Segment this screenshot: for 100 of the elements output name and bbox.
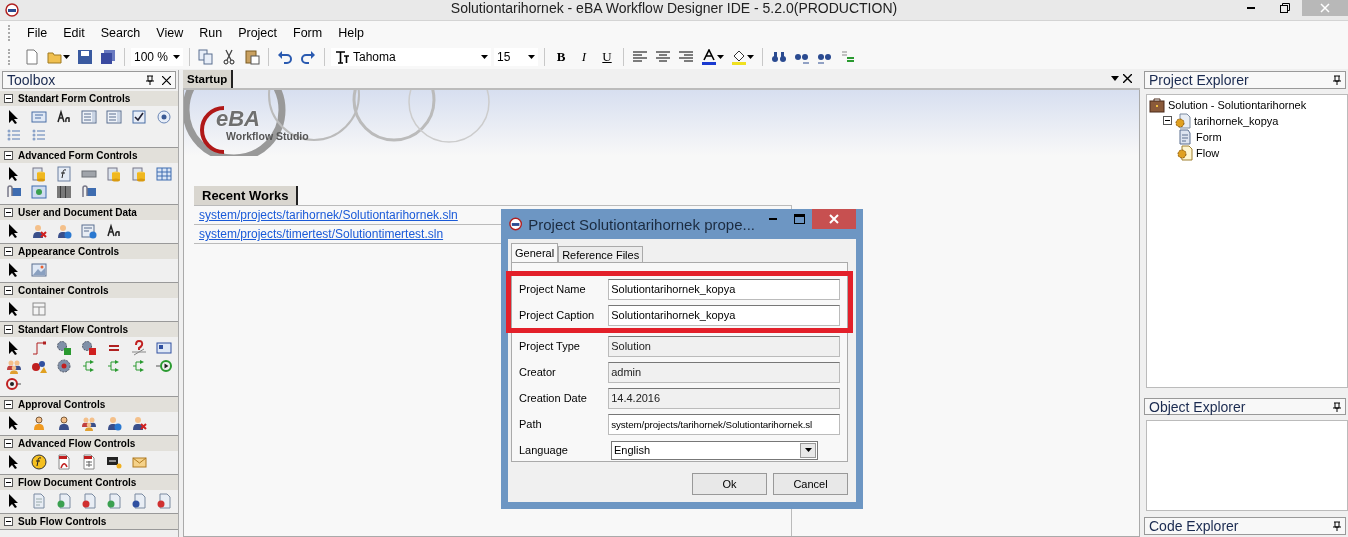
- menu-item[interactable]: View: [148, 26, 192, 40]
- paste-icon[interactable]: [244, 49, 260, 65]
- gear-document-icon[interactable]: [1177, 144, 1193, 161]
- dialog-tab[interactable]: General: [511, 243, 559, 262]
- person-icon[interactable]: [130, 415, 147, 431]
- tree-item[interactable]: Form: [1196, 130, 1222, 143]
- close-icon[interactable]: [1123, 74, 1132, 83]
- pdf-icon[interactable]: [55, 454, 72, 470]
- document-icon[interactable]: [105, 493, 122, 509]
- menu-item[interactable]: Run: [191, 26, 231, 40]
- pin-icon[interactable]: [1333, 74, 1341, 85]
- save-icon[interactable]: [77, 49, 93, 65]
- close-icon[interactable]: [162, 75, 171, 85]
- document-icon[interactable]: [55, 493, 72, 509]
- collapse-icon[interactable]: [1163, 116, 1172, 126]
- pin-icon[interactable]: [1333, 401, 1341, 412]
- font-size-dropdown[interactable]: 15: [494, 48, 538, 66]
- align-center-icon[interactable]: [655, 49, 671, 65]
- align-right-icon[interactable]: [678, 49, 694, 65]
- gear-icon[interactable]: [55, 358, 72, 374]
- caret-icon[interactable]: [1111, 76, 1119, 81]
- format-button[interactable]: B: [551, 47, 571, 67]
- collapse-icon[interactable]: [4, 400, 13, 409]
- format-button[interactable]: U: [597, 47, 617, 67]
- play-circle-icon[interactable]: [155, 358, 172, 374]
- function-icon[interactable]: [55, 166, 72, 182]
- find-icon[interactable]: [771, 49, 787, 65]
- font-color-icon[interactable]: [701, 49, 717, 65]
- document-icon[interactable]: [155, 493, 172, 509]
- caret-icon[interactable]: [63, 55, 70, 59]
- menu-item[interactable]: Help: [330, 26, 372, 40]
- group-icon[interactable]: [30, 358, 47, 374]
- dialog-button[interactable]: Cancel: [773, 473, 848, 495]
- collapse-icon[interactable]: [4, 94, 13, 103]
- connector-icon[interactable]: [30, 340, 47, 356]
- collapse-icon[interactable]: [4, 517, 13, 526]
- group-icon[interactable]: [5, 358, 22, 374]
- dialog-tab[interactable]: Reference Files: [558, 246, 644, 262]
- card-icon[interactable]: [155, 340, 172, 356]
- clip-icon[interactable]: [80, 184, 97, 200]
- person-icon[interactable]: [55, 223, 72, 239]
- image-icon[interactable]: [30, 262, 47, 278]
- counter-icon[interactable]: [105, 454, 122, 470]
- group-icon[interactable]: [80, 415, 97, 431]
- clip-icon[interactable]: [5, 184, 22, 200]
- collapse-icon[interactable]: [4, 478, 13, 487]
- new-file-icon[interactable]: [24, 49, 40, 65]
- font-dropdown[interactable]: Tahoma: [331, 48, 491, 66]
- mail-icon[interactable]: [130, 454, 147, 470]
- code-icon[interactable]: [30, 184, 47, 200]
- undo-icon[interactable]: [277, 49, 293, 65]
- label-icon[interactable]: [55, 109, 72, 125]
- align-left-icon[interactable]: [632, 49, 648, 65]
- label-icon[interactable]: [105, 223, 122, 239]
- document-icon[interactable]: [130, 493, 147, 509]
- recent-work-link[interactable]: system/projects/tarihornek/Solutiontarihornek.sln: [199, 208, 458, 222]
- document-icon[interactable]: [80, 454, 97, 470]
- tree-item[interactable]: Solution - Solutiontarihornek: [1168, 98, 1307, 111]
- document-tab[interactable]: Startup: [183, 70, 234, 88]
- text-field[interactable]: Solutiontarihornek_kopya: [608, 304, 840, 326]
- format-button[interactable]: I: [574, 47, 594, 67]
- close-button[interactable]: [812, 209, 856, 229]
- tree-item[interactable]: tarihornek_kopya: [1194, 114, 1279, 127]
- menu-item[interactable]: Search: [92, 26, 149, 40]
- gear-document-icon[interactable]: [1175, 112, 1191, 129]
- radio-icon[interactable]: [155, 109, 172, 125]
- copy-icon[interactable]: [198, 49, 214, 65]
- cut-icon[interactable]: [221, 49, 237, 65]
- gear-icon[interactable]: [80, 340, 97, 356]
- redo-icon[interactable]: [300, 49, 316, 65]
- question-icon[interactable]: [130, 340, 147, 356]
- collapse-icon[interactable]: [4, 247, 13, 256]
- document-icon[interactable]: [80, 493, 97, 509]
- collapse-icon[interactable]: [4, 439, 13, 448]
- collapse-icon[interactable]: [4, 151, 13, 160]
- checkbox-icon[interactable]: [130, 109, 147, 125]
- text-field[interactable]: Solutiontarihornek_kopya: [608, 278, 840, 300]
- pin-icon[interactable]: [146, 75, 154, 85]
- replace-icon[interactable]: [840, 49, 856, 65]
- fill-color-icon[interactable]: [731, 49, 747, 65]
- caret-icon[interactable]: [804, 448, 812, 452]
- table-icon[interactable]: [155, 166, 172, 182]
- menu-item[interactable]: Edit: [55, 26, 93, 40]
- person-icon[interactable]: [30, 223, 47, 239]
- caret-icon[interactable]: [173, 55, 180, 59]
- briefcase-icon[interactable]: [1149, 96, 1165, 113]
- save-all-icon[interactable]: [100, 49, 116, 65]
- caret-icon[interactable]: [747, 55, 754, 59]
- gear-icon[interactable]: [55, 340, 72, 356]
- stop-circle-icon[interactable]: [5, 376, 22, 392]
- zoom-dropdown[interactable]: 100 %: [131, 48, 183, 66]
- tree-item[interactable]: Flow: [1196, 146, 1220, 159]
- function-icon[interactable]: [30, 454, 47, 470]
- recent-work-link[interactable]: system/projects/timertest/Solutiontimertest.sln: [199, 227, 444, 241]
- document-icon[interactable]: [80, 223, 97, 239]
- person-icon[interactable]: [105, 415, 122, 431]
- collapse-icon[interactable]: [4, 208, 13, 217]
- collapse-icon[interactable]: [4, 325, 13, 334]
- dialog-button[interactable]: Ok: [692, 473, 767, 495]
- caret-icon[interactable]: [528, 55, 535, 59]
